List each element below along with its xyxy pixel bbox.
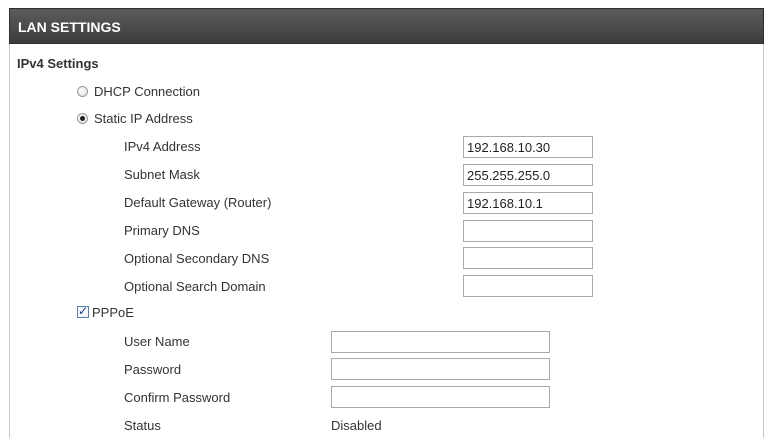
user-name-label: User Name (124, 334, 190, 349)
status-value: Disabled (331, 418, 382, 433)
checkmark-icon: ✓ (78, 304, 89, 318)
pppoe-label[interactable]: PPPoE (92, 305, 134, 320)
dhcp-label[interactable]: DHCP Connection (94, 84, 200, 99)
dhcp-radio[interactable] (77, 86, 88, 97)
primary-dns-label: Primary DNS (124, 223, 200, 238)
ipv4-section-title: IPv4 Settings (17, 56, 99, 71)
subnet-mask-label: Subnet Mask (124, 167, 200, 182)
password-input[interactable] (331, 358, 550, 380)
subnet-mask-input[interactable] (463, 164, 593, 186)
panel-header: LAN SETTINGS (9, 8, 764, 44)
status-label: Status (124, 418, 161, 433)
search-domain-input[interactable] (463, 275, 593, 297)
default-gateway-label: Default Gateway (Router) (124, 195, 272, 210)
confirm-password-label: Confirm Password (124, 390, 231, 405)
left-frame (0, 0, 8, 438)
ipv4-address-input[interactable] (463, 136, 593, 158)
panel-title: LAN SETTINGS (18, 19, 121, 35)
confirm-password-input[interactable] (331, 386, 550, 408)
static-ip-label[interactable]: Static IP Address (94, 111, 193, 126)
search-domain-label: Optional Search Domain (124, 279, 266, 294)
lan-settings-page: LAN SETTINGS IPv4 Settings DHCP Connecti… (0, 0, 773, 438)
pppoe-checkbox[interactable]: ✓ (77, 304, 89, 318)
user-name-input[interactable] (331, 331, 550, 353)
right-frame (765, 0, 773, 438)
default-gateway-input[interactable] (463, 192, 593, 214)
static-ip-radio[interactable] (77, 113, 88, 124)
secondary-dns-label: Optional Secondary DNS (124, 251, 270, 266)
password-label: Password (124, 362, 182, 377)
secondary-dns-input[interactable] (463, 247, 593, 269)
primary-dns-input[interactable] (463, 220, 593, 242)
ipv4-address-label: IPv4 Address (124, 139, 201, 154)
